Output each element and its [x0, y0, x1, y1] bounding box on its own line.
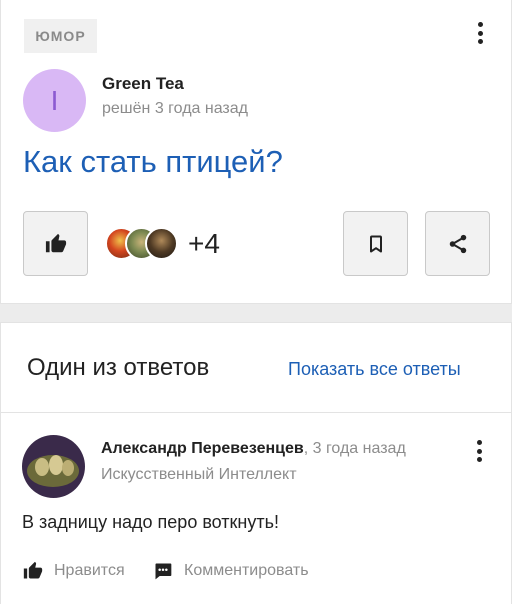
divider [0, 412, 512, 413]
like-button[interactable] [23, 211, 88, 276]
more-vertical-icon[interactable] [475, 22, 485, 44]
share-button[interactable] [425, 211, 490, 276]
bookmark-button[interactable] [343, 211, 408, 276]
answer-author-avatar[interactable] [22, 435, 85, 498]
answer-author-role: Искусственный Интеллект [101, 466, 297, 483]
like-answer-button[interactable]: Нравится [22, 560, 125, 582]
question-status: решён 3 года назад [102, 100, 248, 117]
answer-author-name[interactable]: Александр Перевезенцев [101, 440, 304, 457]
category-tag[interactable]: ЮМОР [24, 19, 97, 53]
thumb-up-icon [22, 560, 44, 582]
author-avatar[interactable]: I [23, 69, 86, 132]
comment-label: Комментировать [184, 562, 309, 579]
question-card: ЮМОР I Green Tea решён 3 года назад Как … [0, 0, 512, 304]
share-icon [449, 234, 466, 253]
likers-more-count[interactable]: +4 [188, 228, 220, 260]
comment-icon [152, 560, 174, 582]
answers-section-title: Один из ответов [27, 354, 210, 381]
thumb-up-icon [45, 233, 66, 252]
show-all-answers-link[interactable]: Показать все ответы [288, 359, 461, 380]
answer-text: В задницу надо перо воткнуть! [22, 512, 279, 532]
comment-button[interactable]: Комментировать [152, 560, 309, 582]
liker-avatar[interactable] [145, 227, 178, 260]
bookmark-icon [369, 235, 382, 252]
question-title[interactable]: Как стать птицей? [23, 144, 283, 180]
author-name[interactable]: Green Tea [102, 74, 184, 94]
answer-time: , 3 года назад [303, 440, 406, 457]
answer-author-line: Александр Перевезенцев, 3 года назад [101, 440, 406, 458]
like-label: Нравится [54, 562, 125, 579]
more-vertical-icon[interactable] [474, 440, 484, 462]
